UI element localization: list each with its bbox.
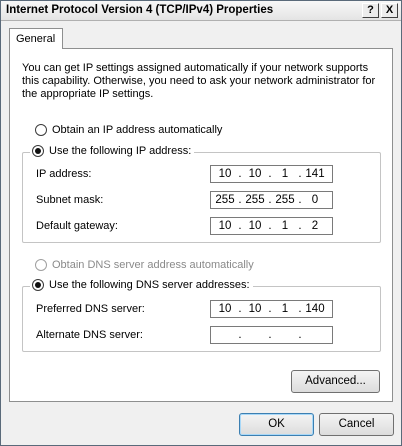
radio-use-following-ip-label: Use the following IP address: xyxy=(49,145,192,157)
default-gateway-label: Default gateway: xyxy=(36,220,118,232)
close-button[interactable]: X xyxy=(381,3,398,18)
octet: 1 xyxy=(281,220,289,232)
subnet-mask-label: Subnet mask: xyxy=(36,194,104,206)
description-text: You can get IP settings assigned automat… xyxy=(22,62,376,100)
octet: 2 xyxy=(311,220,319,232)
ip-address-label: IP address: xyxy=(36,168,92,180)
octet-separator: . xyxy=(298,329,302,341)
octet: 10 xyxy=(248,303,262,315)
octet: 255 xyxy=(275,194,295,206)
radio-use-following-dns[interactable]: Use the following DNS server addresses: xyxy=(30,279,253,291)
octet-separator: . xyxy=(238,329,242,341)
octet: 0 xyxy=(311,194,319,206)
alternate-dns-input[interactable]: . . . xyxy=(210,326,333,344)
subnet-mask-input[interactable]: 255 . 255 . 255 . 0 xyxy=(210,191,333,209)
octet: 10 xyxy=(248,220,262,232)
tab-general-label: General xyxy=(16,33,56,45)
radio-obtain-dns-auto[interactable]: Obtain DNS server address automatically xyxy=(35,259,254,271)
advanced-button[interactable]: Advanced... xyxy=(291,370,380,393)
alternate-dns-label: Alternate DNS server: xyxy=(36,329,143,341)
tab-general[interactable]: General xyxy=(9,28,63,49)
default-gateway-input[interactable]: 10 . 10 . 1 . 2 xyxy=(210,217,333,235)
radio-obtain-dns-auto-label: Obtain DNS server address automatically xyxy=(52,259,254,271)
octet: 255 xyxy=(215,194,235,206)
radio-icon xyxy=(32,145,44,157)
radio-obtain-ip-auto-label: Obtain an IP address automatically xyxy=(52,124,223,136)
octet: 1 xyxy=(281,168,289,180)
octet: 141 xyxy=(305,168,325,180)
preferred-dns-label: Preferred DNS server: xyxy=(36,303,145,315)
cancel-button[interactable]: Cancel xyxy=(319,413,394,436)
ipv4-properties-dialog: Internet Protocol Version 4 (TCP/IPv4) P… xyxy=(0,0,402,446)
octet: 10 xyxy=(218,168,232,180)
radio-icon xyxy=(35,124,47,136)
help-icon: ? xyxy=(367,4,374,16)
radio-icon xyxy=(32,279,44,291)
window-title: Internet Protocol Version 4 (TCP/IPv4) P… xyxy=(6,4,274,16)
radio-obtain-ip-auto[interactable]: Obtain an IP address automatically xyxy=(35,124,222,136)
octet-separator: . xyxy=(268,329,272,341)
octet: 255 xyxy=(245,194,265,206)
ok-button[interactable]: OK xyxy=(239,413,314,436)
octet: 10 xyxy=(248,168,262,180)
ip-address-input[interactable]: 10 . 10 . 1 . 141 xyxy=(210,165,333,183)
octet: 10 xyxy=(218,303,232,315)
help-button[interactable]: ? xyxy=(362,3,379,18)
radio-use-following-dns-label: Use the following DNS server addresses: xyxy=(49,279,250,291)
preferred-dns-input[interactable]: 10 . 10 . 1 . 140 xyxy=(210,300,333,318)
title-bar: Internet Protocol Version 4 (TCP/IPv4) P… xyxy=(1,1,401,21)
octet: 10 xyxy=(218,220,232,232)
octet: 140 xyxy=(305,303,325,315)
radio-use-following-ip[interactable]: Use the following IP address: xyxy=(30,145,195,157)
radio-icon xyxy=(35,259,47,271)
octet: 1 xyxy=(281,303,289,315)
close-icon: X xyxy=(385,4,394,16)
